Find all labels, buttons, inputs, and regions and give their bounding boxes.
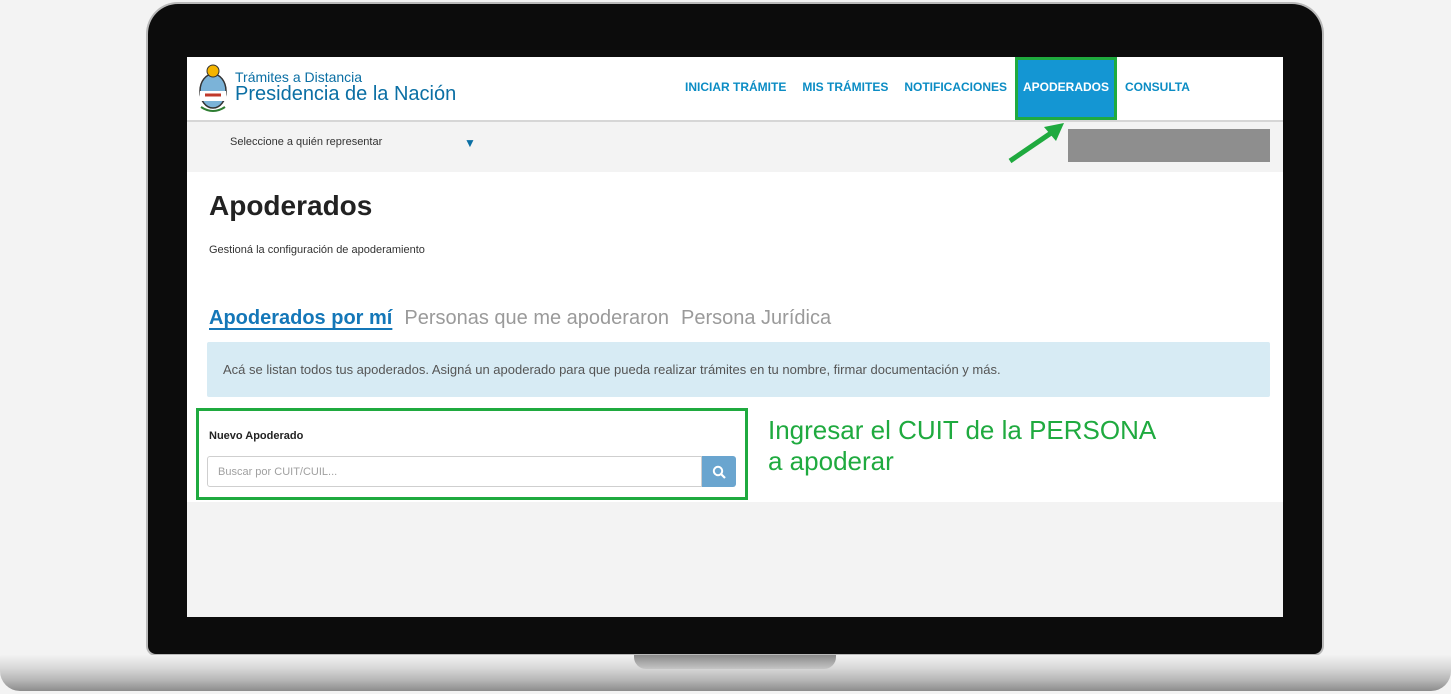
- tab-persona-juridica[interactable]: Persona Jurídica: [681, 307, 831, 330]
- top-navigation-bar: Trámites a Distancia Presidencia de la N…: [187, 57, 1283, 122]
- info-alert-text: Acá se listan todos tus apoderados. Asig…: [223, 362, 1001, 377]
- triangle-down-icon[interactable]: ▼: [464, 136, 476, 150]
- instruction-line-2: a apoderar: [768, 446, 894, 476]
- browser-screen: Trámites a Distancia Presidencia de la N…: [187, 57, 1283, 617]
- laptop-notch: [634, 655, 836, 669]
- page-subtitle: Gestioná la configuración de apoderamien…: [209, 244, 425, 256]
- page-title: Apoderados: [209, 190, 373, 221]
- instruction-callout: Ingresar el CUIT de la PERSONA a apodera…: [768, 415, 1156, 477]
- nav-notificaciones[interactable]: NOTIFICACIONES: [896, 57, 1015, 120]
- nav-mis-tramites[interactable]: MIS TRÁMITES: [794, 57, 896, 120]
- nav-iniciar-tramite[interactable]: INICIAR TRÁMITE: [677, 57, 794, 120]
- search-button[interactable]: [702, 456, 736, 487]
- nav-consulta[interactable]: CONSULTA: [1117, 57, 1198, 120]
- tabs: Apoderados por mí Personas que me apoder…: [209, 307, 831, 330]
- represent-select[interactable]: Seleccione a quién representar: [230, 136, 382, 148]
- user-account-placeholder: [1068, 129, 1270, 162]
- new-proxy-label: Nuevo Apoderado: [209, 430, 304, 442]
- pointer-arrow-icon: [1008, 123, 1064, 164]
- nav-apoderados[interactable]: APODERADOS: [1015, 57, 1118, 120]
- search-icon: [712, 465, 726, 479]
- cuit-search-input[interactable]: [207, 456, 702, 487]
- logo-title-large: Presidencia de la Nación: [235, 83, 457, 105]
- info-alert: Acá se listan todos tus apoderados. Asig…: [207, 342, 1270, 397]
- main-nav: INICIAR TRÁMITE MIS TRÁMITES NOTIFICACIO…: [677, 57, 1198, 120]
- tab-apoderados-por-mi[interactable]: Apoderados por mí: [209, 307, 392, 330]
- coat-of-arms-icon: [199, 64, 227, 112]
- instruction-line-1: Ingresar el CUIT de la PERSONA: [768, 415, 1157, 445]
- tab-personas-que-me-apoderaron[interactable]: Personas que me apoderaron: [404, 307, 669, 330]
